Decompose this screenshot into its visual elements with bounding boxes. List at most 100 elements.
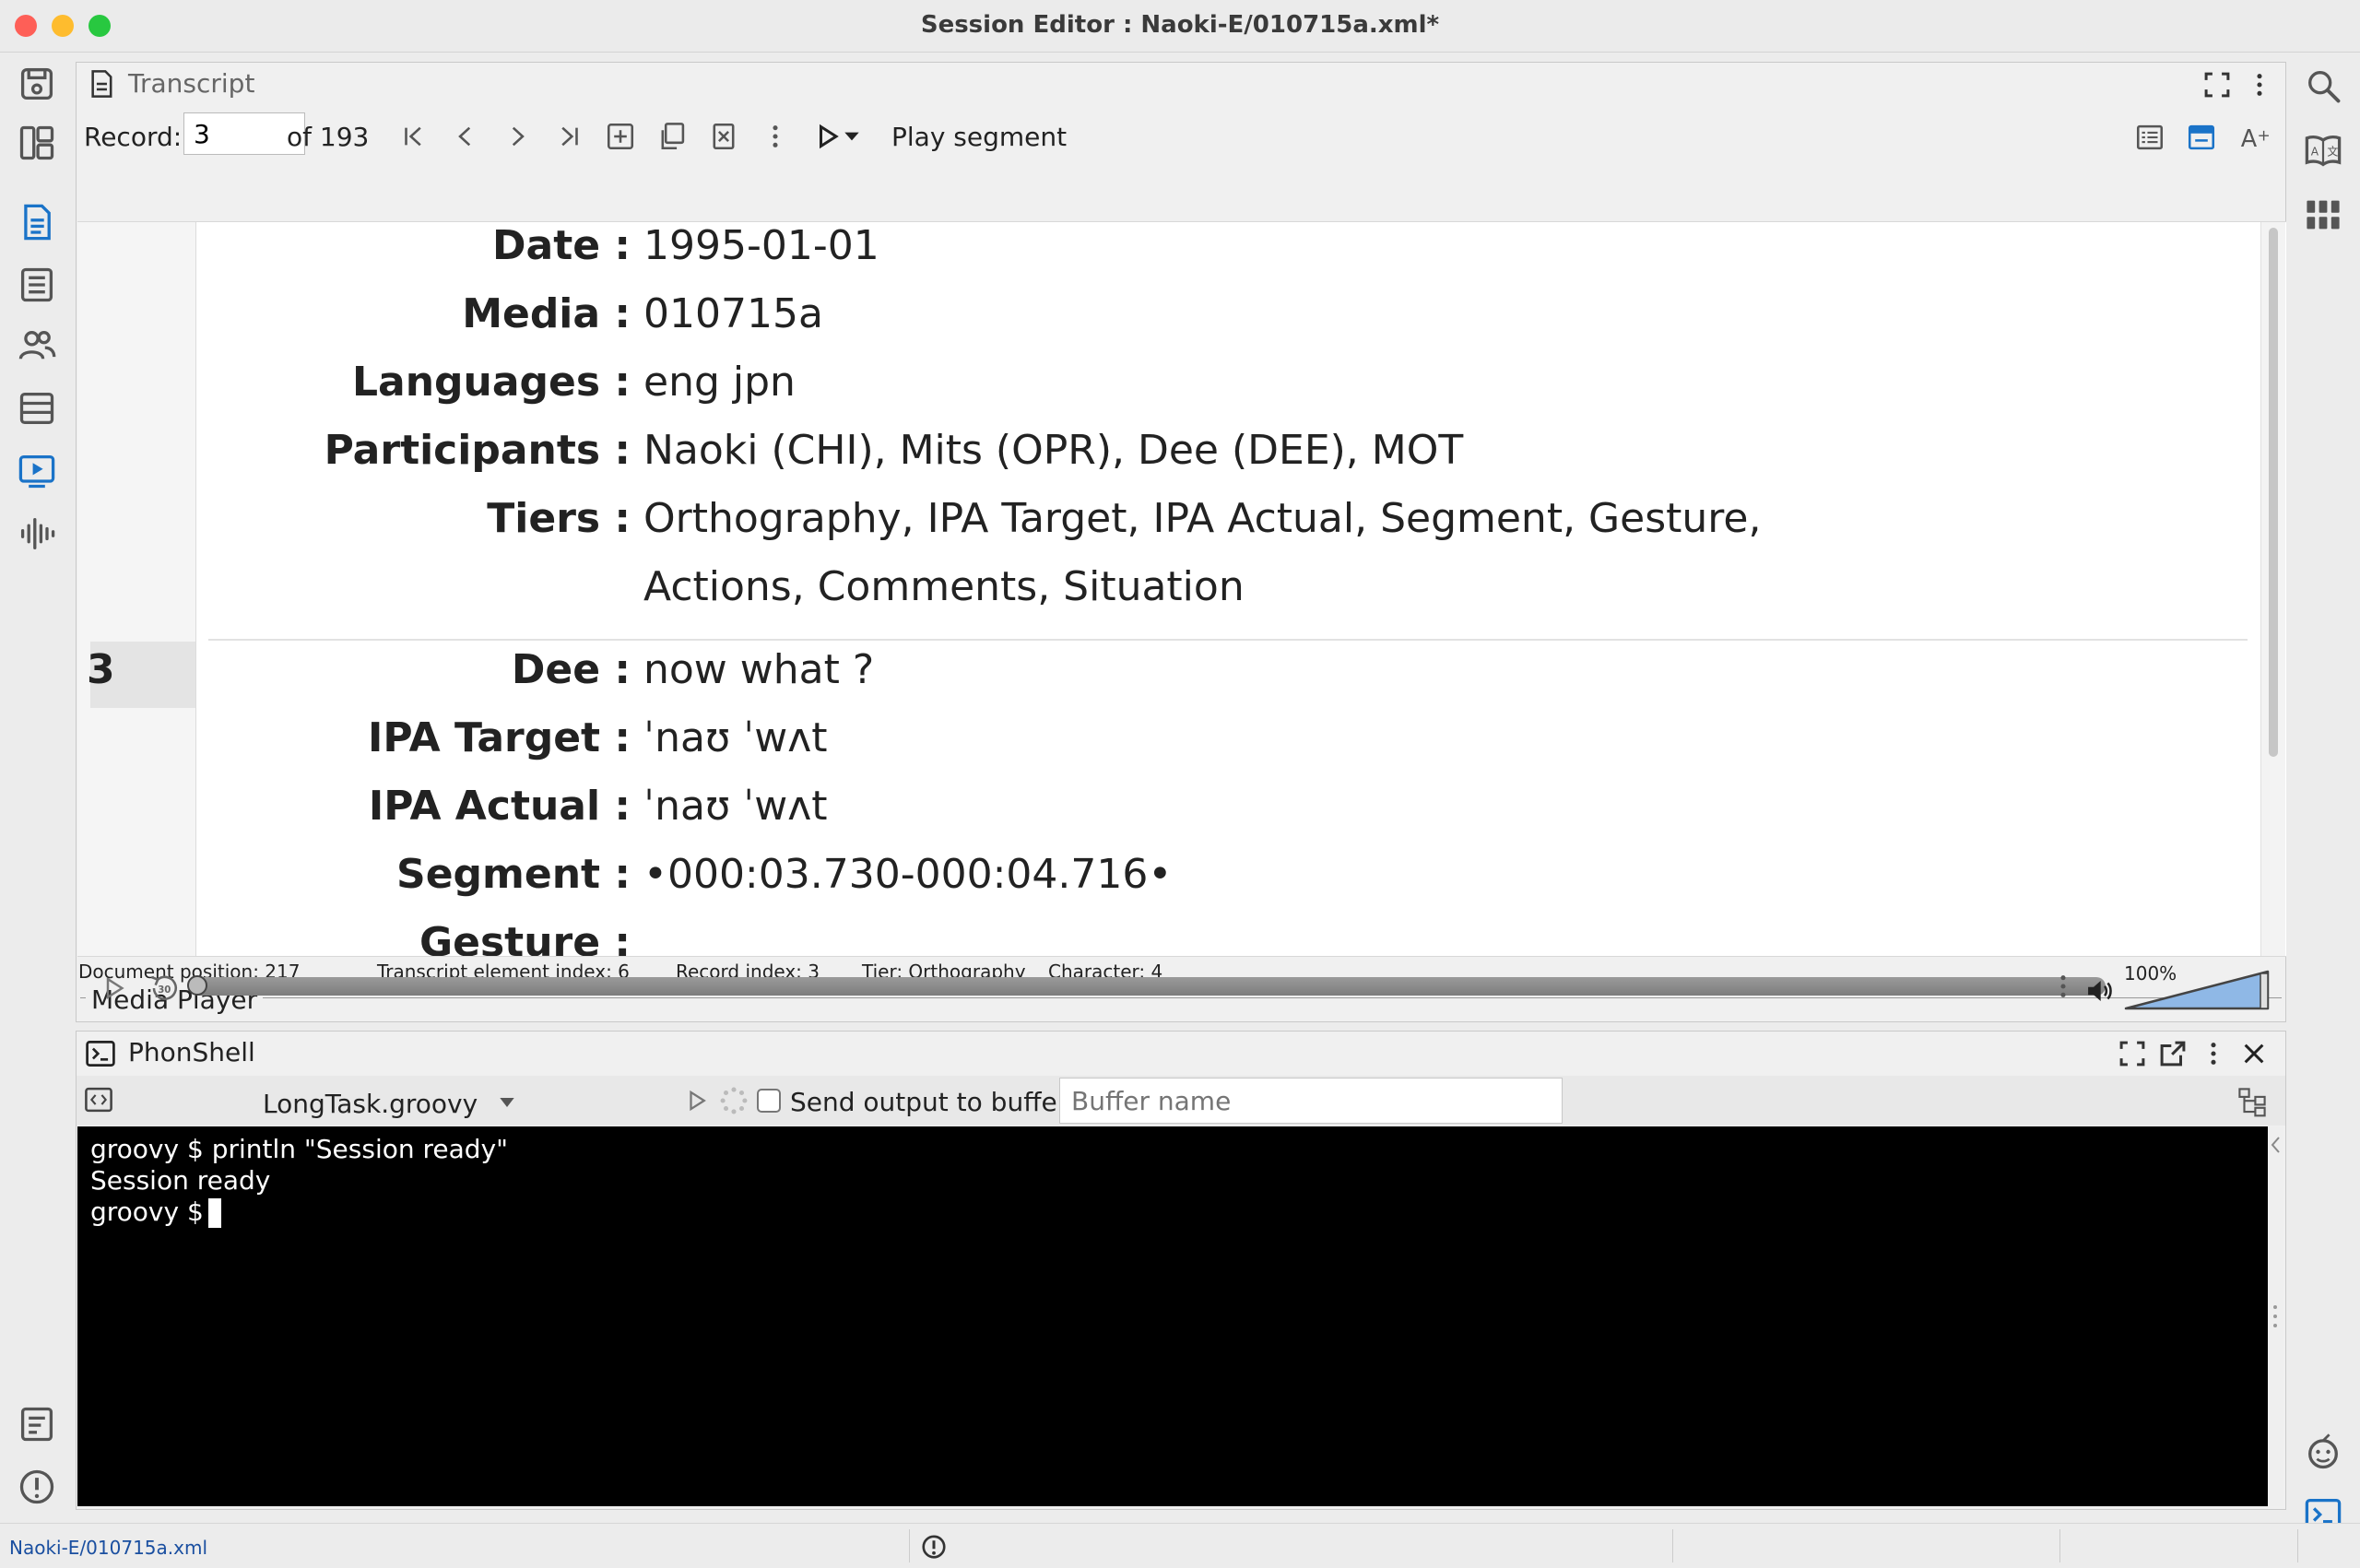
record-label: Record: <box>84 122 183 152</box>
play-segment-button[interactable]: Play segment <box>891 122 1067 152</box>
media-play-button[interactable] <box>96 970 133 1007</box>
last-icon <box>561 126 578 147</box>
save-button[interactable] <box>13 60 61 108</box>
delete-record-icon <box>713 123 735 150</box>
tiers-value[interactable]: Orthography, IPA Target, IPA Actual, Seg… <box>643 495 1761 542</box>
run-script-button[interactable] <box>681 1085 713 1116</box>
media-player-icon <box>18 454 55 489</box>
svg-text:文: 文 <box>2327 145 2338 159</box>
record-count: of 193 <box>287 122 370 152</box>
media-player-button[interactable] <box>13 447 61 495</box>
log-button[interactable] <box>13 1400 61 1448</box>
chevron-down-icon <box>844 132 859 141</box>
record-more-button[interactable] <box>757 118 794 155</box>
script-icon <box>85 1087 112 1113</box>
play-segment-dropdown-button[interactable] <box>810 118 866 155</box>
orthography-value[interactable]: now what ? <box>643 646 874 693</box>
alert-icon[interactable] <box>920 1533 948 1561</box>
script-selector[interactable]: LongTask.groovy <box>263 1089 478 1119</box>
delete-record-button[interactable] <box>705 118 742 155</box>
volume-button[interactable] <box>2083 975 2115 1007</box>
tiers-label: Tiers : <box>487 495 631 542</box>
media-progress-track[interactable] <box>190 977 2106 996</box>
chevron-right-icon <box>512 126 525 147</box>
ipa-actual-value[interactable]: ˈnaʊ ˈwʌt <box>643 783 827 830</box>
record-list-button[interactable] <box>13 261 61 309</box>
font-size-button[interactable]: A + <box>2234 118 2276 157</box>
maximize-transcript-button[interactable] <box>2201 68 2234 101</box>
terminal-scrollbar[interactable] <box>2268 1126 2283 1506</box>
view-mode-button[interactable] <box>2130 118 2169 157</box>
search-button[interactable] <box>2299 62 2347 110</box>
previous-record-button[interactable] <box>447 118 484 155</box>
segment-value[interactable]: •000:03.730-000:04.716• <box>643 851 1172 898</box>
assistant-button[interactable] <box>2299 1428 2347 1476</box>
last-record-button[interactable] <box>550 118 587 155</box>
next-record-button[interactable] <box>499 118 536 155</box>
grid-button[interactable] <box>2299 191 2347 239</box>
layout-button[interactable] <box>13 119 61 167</box>
fullscreen-icon <box>2204 72 2230 98</box>
media-more-button[interactable] <box>2045 968 2082 1005</box>
languages-label: Languages : <box>351 359 631 406</box>
spinner-icon <box>720 1087 748 1114</box>
svg-text:30: 30 <box>158 985 171 996</box>
phonshell-menu-button[interactable] <box>2197 1037 2230 1070</box>
transcript-title: Transcript <box>128 68 255 99</box>
media-progress-thumb[interactable] <box>187 975 207 996</box>
buffer-name-input[interactable] <box>1059 1078 1563 1124</box>
maximize-phonshell-button[interactable] <box>2116 1037 2149 1070</box>
participants-button[interactable] <box>13 322 61 370</box>
assistant-icon <box>2308 1433 2338 1469</box>
transcript-header: Transcript <box>77 63 2285 105</box>
dictionary-button[interactable]: A文 <box>2299 126 2347 174</box>
ipa-target-value[interactable]: ˈnaʊ ˈwʌt <box>643 714 827 761</box>
terminal-line: groovy $ println "Session ready" <box>90 1134 509 1164</box>
save-icon <box>20 67 53 100</box>
terminal-icon <box>86 1041 115 1067</box>
duplicate-record-button[interactable] <box>654 118 690 155</box>
transcript-panel: Transcript Record: of 193 <box>76 62 2286 1022</box>
transcript-document[interactable]: Date : 1995-01-01 Media : 010715a Langua… <box>77 221 2286 957</box>
add-record-button[interactable] <box>602 118 639 155</box>
chevron-down-icon[interactable] <box>497 1094 517 1111</box>
languages-value[interactable]: eng jpn <box>643 359 796 406</box>
waveform-button[interactable] <box>13 510 61 558</box>
ipa-actual-label: IPA Actual : <box>368 783 631 830</box>
table-button[interactable] <box>13 384 61 432</box>
session-path-link[interactable]: Naoki-E/010715a.xml <box>9 1537 207 1559</box>
speaker-label: Dee : <box>511 646 631 693</box>
transcript-menu-button[interactable] <box>2243 68 2276 101</box>
more-vertical-icon <box>773 125 778 147</box>
script-button[interactable] <box>80 1081 117 1118</box>
date-label: Date : <box>491 222 631 269</box>
transcript-view-button[interactable] <box>13 198 61 246</box>
busy-indicator <box>718 1085 749 1116</box>
transcript-scrollbar[interactable] <box>2260 222 2285 956</box>
list-view-icon <box>2136 124 2164 150</box>
date-value[interactable]: 1995-01-01 <box>643 222 879 269</box>
scrollbar-thumb[interactable] <box>2269 228 2278 757</box>
status-separator <box>909 1529 910 1562</box>
volume-slider[interactable] <box>2122 966 2273 1012</box>
send-output-checkbox[interactable] <box>757 1089 781 1113</box>
waveform-icon <box>20 517 55 550</box>
alert-button[interactable] <box>13 1463 61 1511</box>
media-value[interactable]: 010715a <box>643 290 823 337</box>
close-phonshell-button[interactable] <box>2237 1037 2271 1070</box>
header-toggle-button[interactable] <box>2182 118 2221 157</box>
first-record-button[interactable] <box>395 118 432 155</box>
status-separator <box>1672 1529 1673 1562</box>
hierarchy-button[interactable] <box>2234 1083 2271 1120</box>
font-size-icon: A + <box>2241 125 2271 153</box>
terminal-output[interactable]: groovy $ println "Session ready" Session… <box>77 1126 2268 1506</box>
popout-phonshell-button[interactable] <box>2156 1037 2189 1070</box>
participants-label: Participants : <box>324 427 631 474</box>
participants-icon <box>18 331 56 360</box>
participants-value[interactable]: Naoki (CHI), Mits (OPR), Dee (DEE), MOT <box>643 427 1463 474</box>
tiers-continued-value[interactable]: Actions, Comments, Situation <box>643 563 1245 610</box>
record-number[interactable]: 3 <box>87 646 115 693</box>
rewind-30-button[interactable]: 30 <box>144 968 184 1008</box>
media-label: Media : <box>462 290 631 337</box>
header-view-icon <box>2188 124 2215 150</box>
